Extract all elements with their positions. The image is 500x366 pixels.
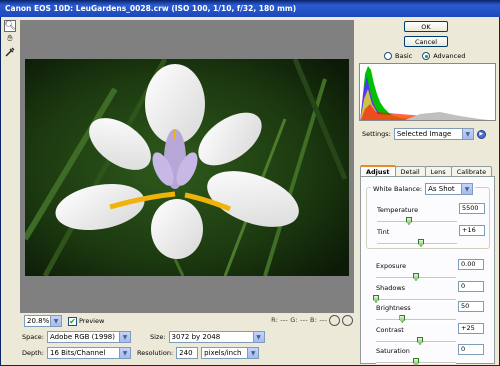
zoom-icon[interactable]: 🔍︎ bbox=[4, 20, 16, 32]
photo-preview bbox=[25, 59, 349, 276]
tab-calibrate[interactable]: Calibrate bbox=[450, 166, 493, 176]
toolbox: 🔍︎ ✋︎ bbox=[4, 20, 17, 59]
image-preview-area[interactable] bbox=[20, 20, 354, 313]
contrast-input[interactable]: +25 bbox=[458, 323, 484, 334]
temperature-input[interactable]: 5500 bbox=[459, 203, 485, 214]
settings-select[interactable]: Selected Image ▼ bbox=[393, 128, 474, 140]
settings-menu-icon[interactable]: ▶ bbox=[476, 129, 486, 139]
resolution-label: Resolution: bbox=[137, 349, 174, 357]
size-value: 3072 by 2048 bbox=[171, 333, 221, 341]
white-balance-label: White Balance: bbox=[373, 185, 423, 193]
saturation-input[interactable]: 0 bbox=[458, 344, 484, 355]
tint-input[interactable]: +16 bbox=[459, 225, 485, 236]
chevron-down-icon: ▼ bbox=[50, 316, 61, 326]
rotate-left-icon[interactable] bbox=[329, 315, 340, 326]
tint-slider-thumb[interactable] bbox=[418, 239, 424, 247]
depth-label: Depth: bbox=[22, 349, 44, 357]
size-label: Size: bbox=[150, 333, 166, 341]
space-value: Adobe RGB (1998) bbox=[50, 333, 115, 341]
rgb-readout: R: --- G: --- B: --- bbox=[271, 316, 327, 324]
white-balance-value: As Shot bbox=[428, 185, 455, 193]
shadows-slider[interactable] bbox=[376, 299, 456, 301]
tint-slider[interactable] bbox=[377, 243, 457, 245]
shadows-slider-thumb[interactable] bbox=[373, 295, 379, 303]
chevron-down-icon: ▼ bbox=[252, 332, 264, 342]
contrast-slider-thumb[interactable] bbox=[417, 337, 423, 345]
exposure-slider-thumb[interactable] bbox=[413, 273, 419, 281]
resolution-input[interactable]: 240 bbox=[176, 347, 199, 359]
chevron-down-icon: ▼ bbox=[461, 184, 473, 194]
settings-row: Settings: Selected Image ▼ ▶ bbox=[362, 128, 486, 140]
white-balance-select[interactable]: As Shot ▼ bbox=[425, 183, 474, 195]
tab-detail[interactable]: Detail bbox=[394, 166, 426, 176]
window-title: Canon EOS 10D: LeuGardens_0028.crw (ISO … bbox=[0, 0, 500, 17]
chevron-down-icon: ▼ bbox=[119, 348, 130, 358]
shadows-input[interactable]: 0 bbox=[458, 281, 484, 292]
camera-raw-dialog: 🔍︎ ✋︎ 20.8% ▼ ✔ Preview R: --- G: --- B:… bbox=[0, 17, 500, 366]
brightness-slider[interactable] bbox=[376, 319, 456, 321]
shadows-label: Shadows bbox=[376, 284, 406, 292]
tab-strip: Adjust Detail Lens Calibrate bbox=[360, 165, 493, 176]
settings-value: Selected Image bbox=[396, 130, 452, 138]
temperature-slider[interactable] bbox=[377, 221, 457, 223]
eyedropper-icon[interactable] bbox=[4, 46, 16, 58]
depth-select[interactable]: 16 Bits/Channel ▼ bbox=[47, 347, 131, 359]
brightness-label: Brightness bbox=[376, 304, 411, 312]
hand-icon[interactable]: ✋︎ bbox=[4, 33, 16, 45]
chevron-down-icon: ▼ bbox=[461, 129, 473, 139]
tab-adjust[interactable]: Adjust bbox=[360, 165, 396, 176]
resolution-value: 240 bbox=[179, 349, 193, 357]
resolution-unit-select[interactable]: pixels/inch ▼ bbox=[201, 347, 260, 359]
rotate-right-icon[interactable] bbox=[342, 315, 353, 326]
advanced-label: Advanced bbox=[433, 52, 466, 60]
tint-label: Tint bbox=[377, 228, 390, 236]
resolution-unit-value: pixels/inch bbox=[204, 349, 242, 357]
space-select[interactable]: Adobe RGB (1998) ▼ bbox=[47, 331, 131, 343]
cancel-button[interactable]: Cancel bbox=[404, 36, 448, 47]
adjust-panel: White Balance: As Shot ▼ Temperature 550… bbox=[360, 176, 495, 366]
histogram bbox=[359, 63, 496, 121]
temperature-label: Temperature bbox=[377, 206, 419, 214]
chevron-down-icon: ▼ bbox=[119, 332, 130, 342]
workflow-options: Space: Adobe RGB (1998) ▼ Depth: 16 Bits… bbox=[20, 331, 354, 365]
control-panel: OK Cancel Basic Advanced Settings: Selec… bbox=[356, 17, 499, 366]
saturation-slider-thumb[interactable] bbox=[413, 358, 419, 366]
size-select[interactable]: 3072 by 2048 ▼ bbox=[168, 331, 265, 343]
exposure-label: Exposure bbox=[376, 262, 407, 270]
tab-lens[interactable]: Lens bbox=[424, 166, 452, 176]
white-balance-group: White Balance: As Shot ▼ Temperature 550… bbox=[366, 183, 490, 249]
contrast-label: Contrast bbox=[376, 326, 404, 334]
preview-label: Preview bbox=[79, 317, 105, 325]
temperature-slider-thumb[interactable] bbox=[406, 217, 412, 225]
basic-radio[interactable]: Basic bbox=[384, 52, 412, 60]
mode-radios: Basic Advanced bbox=[384, 52, 465, 60]
zoom-value: 20.8% bbox=[27, 317, 50, 325]
zoom-bar: 20.8% ▼ ✔ Preview R: --- G: --- B: --- bbox=[20, 313, 354, 329]
chevron-down-icon: ▼ bbox=[247, 348, 259, 358]
exposure-input[interactable]: 0.00 bbox=[458, 259, 484, 270]
depth-value: 16 Bits/Channel bbox=[50, 349, 106, 357]
brightness-input[interactable]: 50 bbox=[458, 301, 484, 312]
space-label: Space: bbox=[22, 333, 44, 341]
settings-label: Settings: bbox=[362, 130, 391, 138]
histogram-graph bbox=[360, 64, 495, 120]
preview-checkbox[interactable]: ✔ bbox=[68, 316, 77, 326]
brightness-slider-thumb[interactable] bbox=[399, 315, 406, 323]
advanced-radio[interactable]: Advanced bbox=[422, 52, 465, 60]
basic-label: Basic bbox=[395, 52, 413, 60]
ok-button[interactable]: OK bbox=[404, 21, 448, 32]
contrast-slider[interactable] bbox=[376, 341, 456, 343]
saturation-label: Saturation bbox=[376, 347, 410, 355]
zoom-select[interactable]: 20.8% ▼ bbox=[24, 315, 62, 327]
